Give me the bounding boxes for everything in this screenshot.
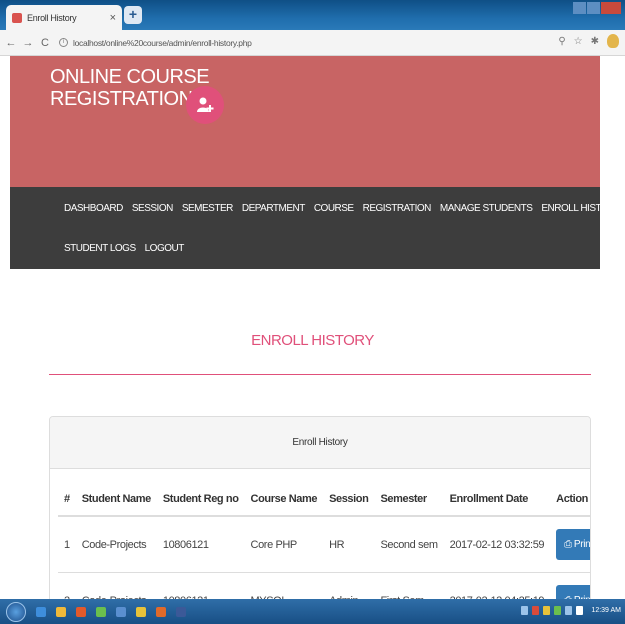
student-reg-no: 10806121 bbox=[156, 516, 245, 573]
back-icon[interactable]: ← bbox=[5, 37, 17, 49]
tray-icon[interactable] bbox=[532, 606, 540, 615]
title-divider bbox=[49, 374, 591, 375]
os-taskbar: 12:39 AM bbox=[0, 599, 625, 624]
print-button-label: Print bbox=[573, 539, 591, 550]
tray-icon[interactable] bbox=[543, 606, 551, 615]
column-header: Session bbox=[323, 485, 375, 517]
nav-item-session[interactable]: SESSION bbox=[132, 203, 173, 214]
info-icon[interactable]: i bbox=[59, 38, 68, 47]
nav-item-manage-students[interactable]: MANAGE STUDENTS bbox=[440, 203, 533, 214]
address-bar-actions: ⚲ ☆ ✱ bbox=[558, 34, 619, 48]
add-user-icon bbox=[186, 86, 224, 124]
nav-item-course[interactable]: COURSE bbox=[314, 203, 354, 214]
nav-item-student-logs[interactable]: STUDENT LOGS bbox=[64, 243, 136, 254]
media-player-icon[interactable] bbox=[76, 606, 86, 617]
nav-item-logout[interactable]: LOGOUT bbox=[145, 243, 185, 254]
ie-icon[interactable] bbox=[36, 606, 46, 617]
app-icon[interactable] bbox=[96, 606, 106, 617]
semester: Second sem bbox=[374, 516, 444, 573]
print-button[interactable]: ⎙Print bbox=[556, 529, 591, 560]
enroll-history-panel: Enroll History # Student Name Student Re… bbox=[49, 416, 591, 624]
nav-item-dashboard[interactable]: DASHBOARD bbox=[64, 203, 123, 214]
reload-icon[interactable]: C bbox=[39, 37, 51, 49]
browser-tab[interactable]: Enroll History × bbox=[6, 5, 122, 30]
nav-row-1: DASHBOARD SESSION SEMESTER DEPARTMENT CO… bbox=[64, 203, 625, 214]
table-row: 1 Code-Projects 10806121 Core PHP HR Sec… bbox=[58, 516, 591, 573]
favicon-icon bbox=[12, 12, 22, 23]
action-cell: ⎙Print bbox=[550, 516, 591, 573]
network-icon[interactable] bbox=[565, 606, 573, 615]
tray-icon[interactable] bbox=[554, 606, 562, 615]
nav-row-2: STUDENT LOGS LOGOUT bbox=[64, 243, 193, 254]
app-icon[interactable] bbox=[156, 606, 166, 617]
bookmark-star-icon[interactable]: ☆ bbox=[574, 36, 583, 47]
tab-close-icon[interactable]: × bbox=[110, 12, 116, 24]
forward-icon[interactable]: → bbox=[22, 37, 34, 49]
minimize-button[interactable] bbox=[573, 2, 586, 14]
app-icon[interactable] bbox=[116, 606, 126, 617]
nav-item-department[interactable]: DEPARTMENT bbox=[242, 203, 305, 214]
url-field[interactable]: i localhost/online%20course/admin/enroll… bbox=[59, 38, 252, 48]
start-button[interactable] bbox=[6, 601, 26, 622]
chrome-icon[interactable] bbox=[136, 606, 146, 617]
tab-title: Enroll History bbox=[27, 12, 77, 23]
extension-icon[interactable]: ✱ bbox=[591, 36, 599, 47]
window-controls bbox=[573, 2, 621, 14]
brand-line-1: ONLINE COURSE bbox=[50, 66, 210, 88]
site-header: ONLINE COURSE REGISTRATION bbox=[10, 56, 600, 187]
column-header: Student Reg no bbox=[156, 485, 245, 517]
column-header: # bbox=[58, 485, 76, 517]
student-name: Code-Projects bbox=[75, 516, 157, 573]
close-window-button[interactable] bbox=[601, 2, 621, 14]
main-navigation: DASHBOARD SESSION SEMESTER DEPARTMENT CO… bbox=[10, 187, 621, 269]
maximize-button[interactable] bbox=[587, 2, 600, 14]
session: HR bbox=[323, 516, 375, 573]
profile-icon[interactable] bbox=[607, 34, 619, 48]
facebook-icon[interactable] bbox=[176, 606, 186, 617]
column-header: Enrollment Date bbox=[443, 485, 551, 517]
panel-heading: Enroll History bbox=[50, 417, 590, 469]
print-icon: ⎙ bbox=[564, 539, 572, 550]
enrollment-date: 2017-02-12 03:32:59 bbox=[443, 516, 551, 573]
column-header: Course Name bbox=[244, 485, 324, 517]
column-header: Action bbox=[550, 485, 590, 517]
nav-item-registration[interactable]: REGISTRATION bbox=[363, 203, 432, 214]
row-number: 1 bbox=[58, 516, 76, 573]
zoom-icon[interactable]: ⚲ bbox=[558, 36, 565, 47]
tray-icon[interactable] bbox=[521, 606, 529, 615]
volume-icon[interactable] bbox=[576, 606, 584, 615]
column-header: Semester bbox=[374, 485, 444, 517]
folder-icon[interactable] bbox=[56, 606, 66, 617]
clock[interactable]: 12:39 AM bbox=[591, 607, 621, 614]
table-header-row: # Student Name Student Reg no Course Nam… bbox=[58, 485, 590, 517]
system-tray: 12:39 AM bbox=[521, 606, 621, 615]
page-title: ENROLL HISTORY bbox=[251, 332, 374, 349]
new-tab-button[interactable]: + bbox=[124, 6, 142, 24]
course-name: Core PHP bbox=[244, 516, 324, 573]
column-header: Student Name bbox=[75, 485, 157, 517]
browser-tab-bar: Enroll History × + bbox=[0, 0, 625, 30]
nav-item-semester[interactable]: SEMESTER bbox=[182, 203, 234, 214]
url-text[interactable]: localhost/online%20course/admin/enroll-h… bbox=[73, 38, 252, 48]
address-bar: ← → C i localhost/online%20course/admin/… bbox=[0, 30, 625, 56]
nav-item-enroll-history[interactable]: ENROLL HISTORY bbox=[541, 203, 621, 214]
